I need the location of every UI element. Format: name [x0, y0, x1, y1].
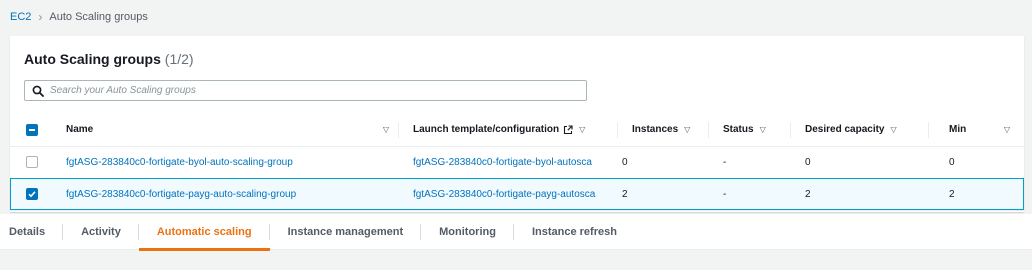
- breadcrumb-current: Auto Scaling groups: [49, 11, 148, 23]
- details-tabs: Details Activity Automatic scaling Insta…: [0, 214, 1032, 251]
- column-header-name[interactable]: Name ▽: [52, 114, 399, 146]
- column-header-min[interactable]: Min ▽: [929, 114, 1024, 146]
- min-cell: 2: [949, 188, 955, 200]
- min-cell: 0: [949, 156, 955, 168]
- tab-automatic-scaling[interactable]: Automatic scaling: [138, 214, 270, 251]
- tab-monitoring[interactable]: Monitoring: [421, 214, 514, 250]
- desired-capacity-cell: 2: [805, 188, 811, 200]
- chevron-right-icon: ›: [38, 10, 43, 24]
- sort-icon[interactable]: ▽: [383, 125, 389, 134]
- search-input[interactable]: [50, 85, 570, 96]
- row-select-cell: [10, 178, 52, 210]
- asg-name-link[interactable]: fgtASG-283840c0-fortigate-payg-auto-scal…: [52, 178, 399, 210]
- column-header-instances[interactable]: Instances ▽: [618, 114, 709, 146]
- row-select-cell: [10, 146, 52, 178]
- row-checkbox[interactable]: [26, 156, 38, 168]
- row-checkbox[interactable]: [26, 188, 38, 200]
- auto-scaling-groups-panel: Auto Scaling groups (1/2) Name ▽: [10, 36, 1024, 212]
- table-header-row: Name ▽ Launch template/configuration ▽ I…: [10, 114, 1024, 146]
- sort-icon[interactable]: ▽: [684, 125, 690, 134]
- tab-instance-management[interactable]: Instance management: [270, 214, 422, 250]
- search-icon: [32, 85, 44, 97]
- launch-template-link[interactable]: fgtASG-283840c0-fortigate-byol-autosca: [399, 146, 618, 178]
- checkmark-icon: [28, 191, 36, 198]
- select-all-header: [10, 114, 52, 146]
- desired-capacity-cell: 0: [805, 156, 811, 168]
- external-link-icon: [564, 125, 573, 134]
- table-row[interactable]: fgtASG-283840c0-fortigate-payg-auto-scal…: [10, 178, 1024, 210]
- tab-activity[interactable]: Activity: [63, 214, 139, 250]
- tab-label: Activity: [81, 225, 121, 238]
- table-row[interactable]: fgtASG-283840c0-fortigate-byol-auto-scal…: [10, 146, 1024, 178]
- tab-label: Automatic scaling: [156, 225, 252, 238]
- select-all-checkbox[interactable]: [26, 123, 38, 136]
- page-title: Auto Scaling groups (1/2): [24, 51, 194, 67]
- auto-scaling-groups-table: Name ▽ Launch template/configuration ▽ I…: [10, 114, 1024, 211]
- instances-cell: 2: [622, 188, 628, 200]
- panel-title-text: Auto Scaling groups: [24, 51, 161, 67]
- column-header-launch-template[interactable]: Launch template/configuration ▽: [399, 114, 618, 146]
- tab-label: Monitoring: [439, 225, 496, 238]
- sort-icon[interactable]: ▽: [1004, 125, 1010, 134]
- selection-count: (1/2): [164, 51, 194, 67]
- column-header-status-label: Status: [723, 124, 754, 136]
- status-cell: -: [723, 156, 727, 168]
- column-header-status[interactable]: Status ▽: [709, 114, 791, 146]
- status-cell: -: [723, 188, 727, 200]
- tab-label: Instance refresh: [531, 225, 617, 238]
- tab-label: Instance management: [287, 225, 404, 238]
- column-header-desired-capacity[interactable]: Desired capacity ▽: [791, 114, 929, 146]
- instances-cell: 0: [622, 156, 628, 168]
- sort-icon[interactable]: ▽: [760, 125, 766, 134]
- launch-template-link[interactable]: fgtASG-283840c0-fortigate-payg-autosca: [399, 178, 618, 210]
- tab-instance-refresh[interactable]: Instance refresh: [514, 214, 635, 250]
- asg-name-link[interactable]: fgtASG-283840c0-fortigate-byol-auto-scal…: [52, 146, 399, 178]
- sort-icon[interactable]: ▽: [891, 125, 897, 134]
- column-header-instances-label: Instances: [632, 124, 679, 136]
- tab-details[interactable]: Details: [0, 214, 64, 250]
- breadcrumb: EC2 › Auto Scaling groups: [10, 9, 148, 25]
- sort-icon[interactable]: ▽: [579, 125, 585, 134]
- tab-label: Details: [9, 225, 46, 238]
- breadcrumb-ec2-link[interactable]: EC2: [10, 11, 31, 23]
- column-header-name-label: Name: [66, 124, 94, 136]
- column-header-launch-template-label: Launch template/configuration: [413, 124, 560, 136]
- column-header-min-label: Min: [949, 124, 967, 136]
- search-box[interactable]: [24, 80, 587, 101]
- column-header-desired-capacity-label: Desired capacity: [805, 124, 885, 136]
